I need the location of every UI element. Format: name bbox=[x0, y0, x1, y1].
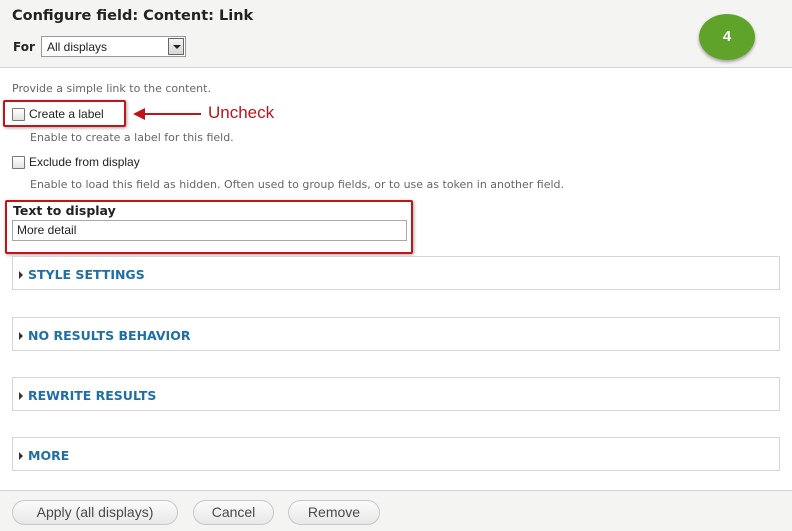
remove-button[interactable]: Remove bbox=[288, 500, 380, 525]
display-select-value: All displays bbox=[47, 40, 108, 54]
apply-button[interactable]: Apply (all displays) bbox=[12, 500, 178, 525]
more-toggle[interactable]: MORE bbox=[19, 448, 69, 463]
triangle-right-icon bbox=[19, 391, 23, 400]
chevron-down-icon[interactable] bbox=[168, 38, 184, 55]
exclude-text: Exclude from display bbox=[29, 155, 140, 169]
field-description: Provide a simple link to the content. bbox=[12, 82, 211, 95]
dialog-header: Configure field: Content: Link For All d… bbox=[0, 0, 792, 68]
no-results-title: NO RESULTS BEHAVIOR bbox=[28, 328, 191, 343]
dialog-title: Configure field: Content: Link bbox=[12, 8, 254, 24]
create-label-highlight bbox=[3, 100, 126, 127]
triangle-right-icon bbox=[19, 451, 23, 460]
create-label-help: Enable to create a label for this field. bbox=[30, 131, 234, 144]
more-title: MORE bbox=[28, 448, 70, 463]
uncheck-callout: Uncheck bbox=[208, 103, 275, 122]
display-select[interactable]: All displays bbox=[41, 36, 186, 57]
no-results-toggle[interactable]: NO RESULTS BEHAVIOR bbox=[19, 328, 190, 343]
rewrite-results-toggle[interactable]: REWRITE RESULTS bbox=[19, 388, 156, 403]
exclude-checkbox[interactable] bbox=[12, 155, 25, 169]
cancel-button[interactable]: Cancel bbox=[193, 500, 274, 525]
callout-arrow-line bbox=[144, 113, 201, 115]
step-badge: 4 bbox=[699, 14, 755, 60]
exclude-help: Enable to load this field as hidden. Oft… bbox=[30, 178, 565, 191]
style-settings-toggle[interactable]: STYLE SETTINGS bbox=[19, 267, 145, 282]
text-to-display-input[interactable]: More detail bbox=[12, 220, 407, 241]
fieldset-rewrite-results: REWRITE RESULTS bbox=[12, 377, 780, 411]
fieldset-style-settings: STYLE SETTINGS bbox=[12, 256, 780, 290]
for-label: For bbox=[13, 40, 35, 54]
rewrite-results-title: REWRITE RESULTS bbox=[28, 388, 157, 403]
triangle-right-icon bbox=[19, 331, 23, 340]
style-settings-title: STYLE SETTINGS bbox=[28, 267, 145, 282]
fieldset-no-results: NO RESULTS BEHAVIOR bbox=[12, 317, 780, 351]
dialog-footer: Apply (all displays) Cancel Remove bbox=[0, 490, 792, 531]
exclude-row: Exclude from display bbox=[12, 154, 140, 170]
text-to-display-label: Text to display bbox=[13, 203, 116, 218]
triangle-right-icon bbox=[19, 270, 23, 279]
fieldset-more: MORE bbox=[12, 437, 780, 471]
arrow-left-icon bbox=[133, 108, 145, 120]
